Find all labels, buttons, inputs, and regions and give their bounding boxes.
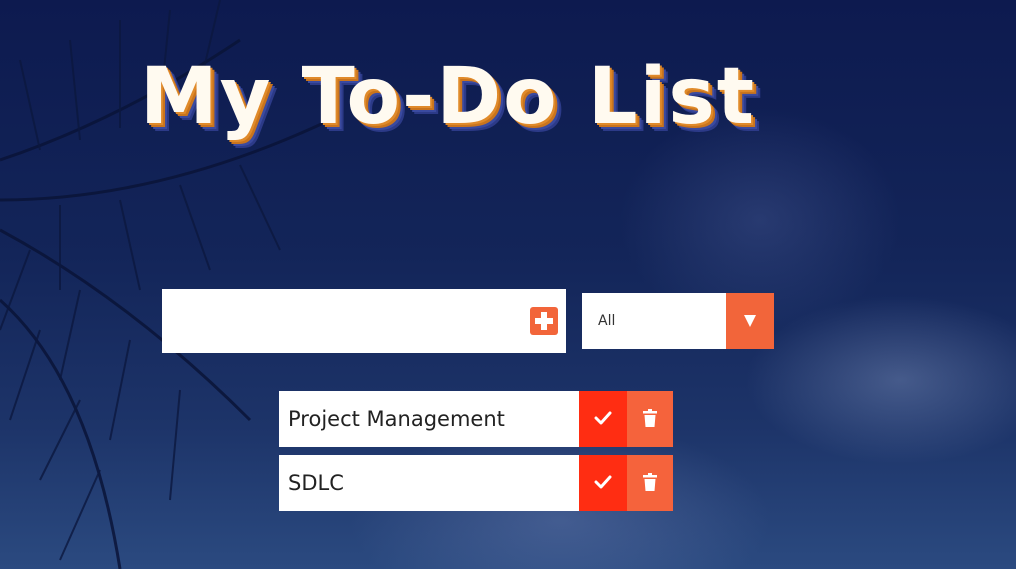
caret-down-icon xyxy=(744,315,756,327)
todo-item: Project Management xyxy=(279,391,673,447)
complete-button[interactable] xyxy=(579,391,627,447)
delete-button[interactable] xyxy=(627,455,673,511)
check-icon xyxy=(594,411,612,425)
check-icon xyxy=(594,475,612,489)
add-todo-button[interactable] xyxy=(530,307,558,335)
trash-icon xyxy=(643,473,657,491)
todo-text: Project Management xyxy=(279,391,579,447)
todo-list: Project Management SDLC xyxy=(279,391,673,519)
delete-button[interactable] xyxy=(627,391,673,447)
todo-text: SDLC xyxy=(279,455,579,511)
todo-item: SDLC xyxy=(279,455,673,511)
filter-selected-value: All xyxy=(598,313,616,329)
todo-input[interactable] xyxy=(162,289,512,353)
todo-input-container xyxy=(162,289,566,353)
filter-dropdown-button[interactable] xyxy=(726,293,774,349)
plus-square-icon xyxy=(535,312,553,330)
filter-select[interactable]: All xyxy=(582,293,774,349)
page-title: My To-Do List xyxy=(140,52,757,142)
trash-icon xyxy=(643,409,657,427)
complete-button[interactable] xyxy=(579,455,627,511)
